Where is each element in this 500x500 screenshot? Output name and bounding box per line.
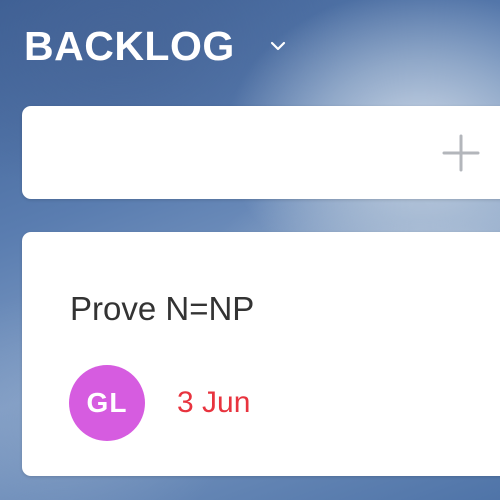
add-card-box[interactable] [22, 106, 500, 199]
add-card-button[interactable] [440, 132, 482, 174]
task-meta: GL 3 Jun [69, 365, 250, 441]
task-title: Prove N=NP [70, 290, 255, 327]
chevron-down-icon [270, 41, 285, 51]
column-menu-button[interactable] [265, 33, 291, 59]
column-title: BACKLOG [24, 22, 235, 69]
column-header: BACKLOG [24, 20, 291, 72]
assignee-avatar[interactable]: GL [69, 365, 145, 441]
due-date: 3 Jun [177, 386, 251, 419]
task-card[interactable]: Prove N=NP GL 3 Jun [22, 232, 500, 476]
board-column-backlog: BACKLOG Prove N=NP GL 3 Jun [0, 0, 500, 500]
plus-icon [442, 134, 480, 172]
